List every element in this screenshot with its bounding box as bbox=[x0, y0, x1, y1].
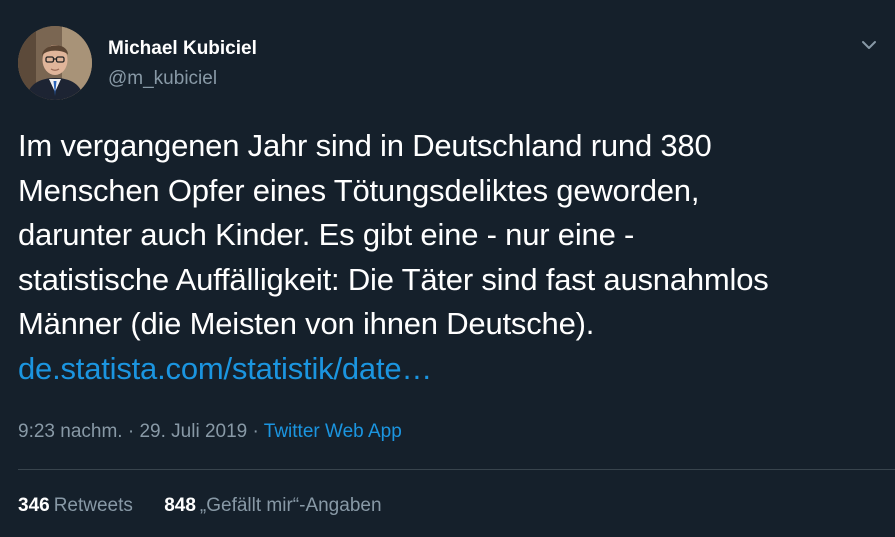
retweets-label: Retweets bbox=[53, 495, 133, 516]
tweet-text-line: Männer (die Meisten von ihnen Deutsche). bbox=[18, 306, 595, 341]
tweet-date[interactable]: 29. Juli 2019 bbox=[139, 421, 247, 442]
tweet-stats: 346 Retweets 848 „Gefällt mir“-Angaben bbox=[18, 495, 408, 517]
meta-separator: · bbox=[247, 421, 264, 442]
tweet-card: Michael Kubiciel @m_kubiciel Im vergange… bbox=[0, 0, 895, 537]
retweets-count: 346 bbox=[18, 495, 50, 516]
likes-label: „Gefällt mir“-Angaben bbox=[199, 495, 382, 516]
tweet-text-line: statistische Auffälligkeit: Die Täter si… bbox=[18, 261, 769, 297]
tweet-text-line: darunter auch Kinder. Es gibt eine - nur… bbox=[18, 217, 635, 252]
author-handle[interactable]: @m_kubiciel bbox=[108, 68, 217, 90]
author-name[interactable]: Michael Kubiciel bbox=[108, 38, 257, 60]
meta-separator: · bbox=[122, 421, 140, 442]
likes-count: 848 bbox=[164, 495, 196, 516]
likes-stat[interactable]: 848 „Gefällt mir“-Angaben bbox=[164, 495, 381, 516]
tweet-time[interactable]: 9:23 nachm. bbox=[18, 421, 123, 442]
tweet-meta: 9:23 nachm. · 29. Juli 2019 · Twitter We… bbox=[18, 421, 402, 443]
avatar[interactable] bbox=[18, 26, 92, 100]
tweet-source-link[interactable]: Twitter Web App bbox=[264, 421, 402, 442]
retweets-stat[interactable]: 346 Retweets bbox=[18, 495, 133, 516]
tweet-text-line: Im vergangenen Jahr sind in Deutschland … bbox=[18, 128, 712, 163]
tweet-text-line: Menschen Opfer eines Tötungsdeliktes gew… bbox=[18, 172, 700, 208]
tweet-link[interactable]: de.statista.com/statistik/date… bbox=[18, 351, 432, 386]
avatar-photo bbox=[18, 26, 92, 100]
tweet-text: Im vergangenen Jahr sind in Deutschland … bbox=[18, 124, 883, 391]
chevron-down-icon[interactable] bbox=[856, 32, 882, 58]
divider bbox=[18, 469, 895, 470]
